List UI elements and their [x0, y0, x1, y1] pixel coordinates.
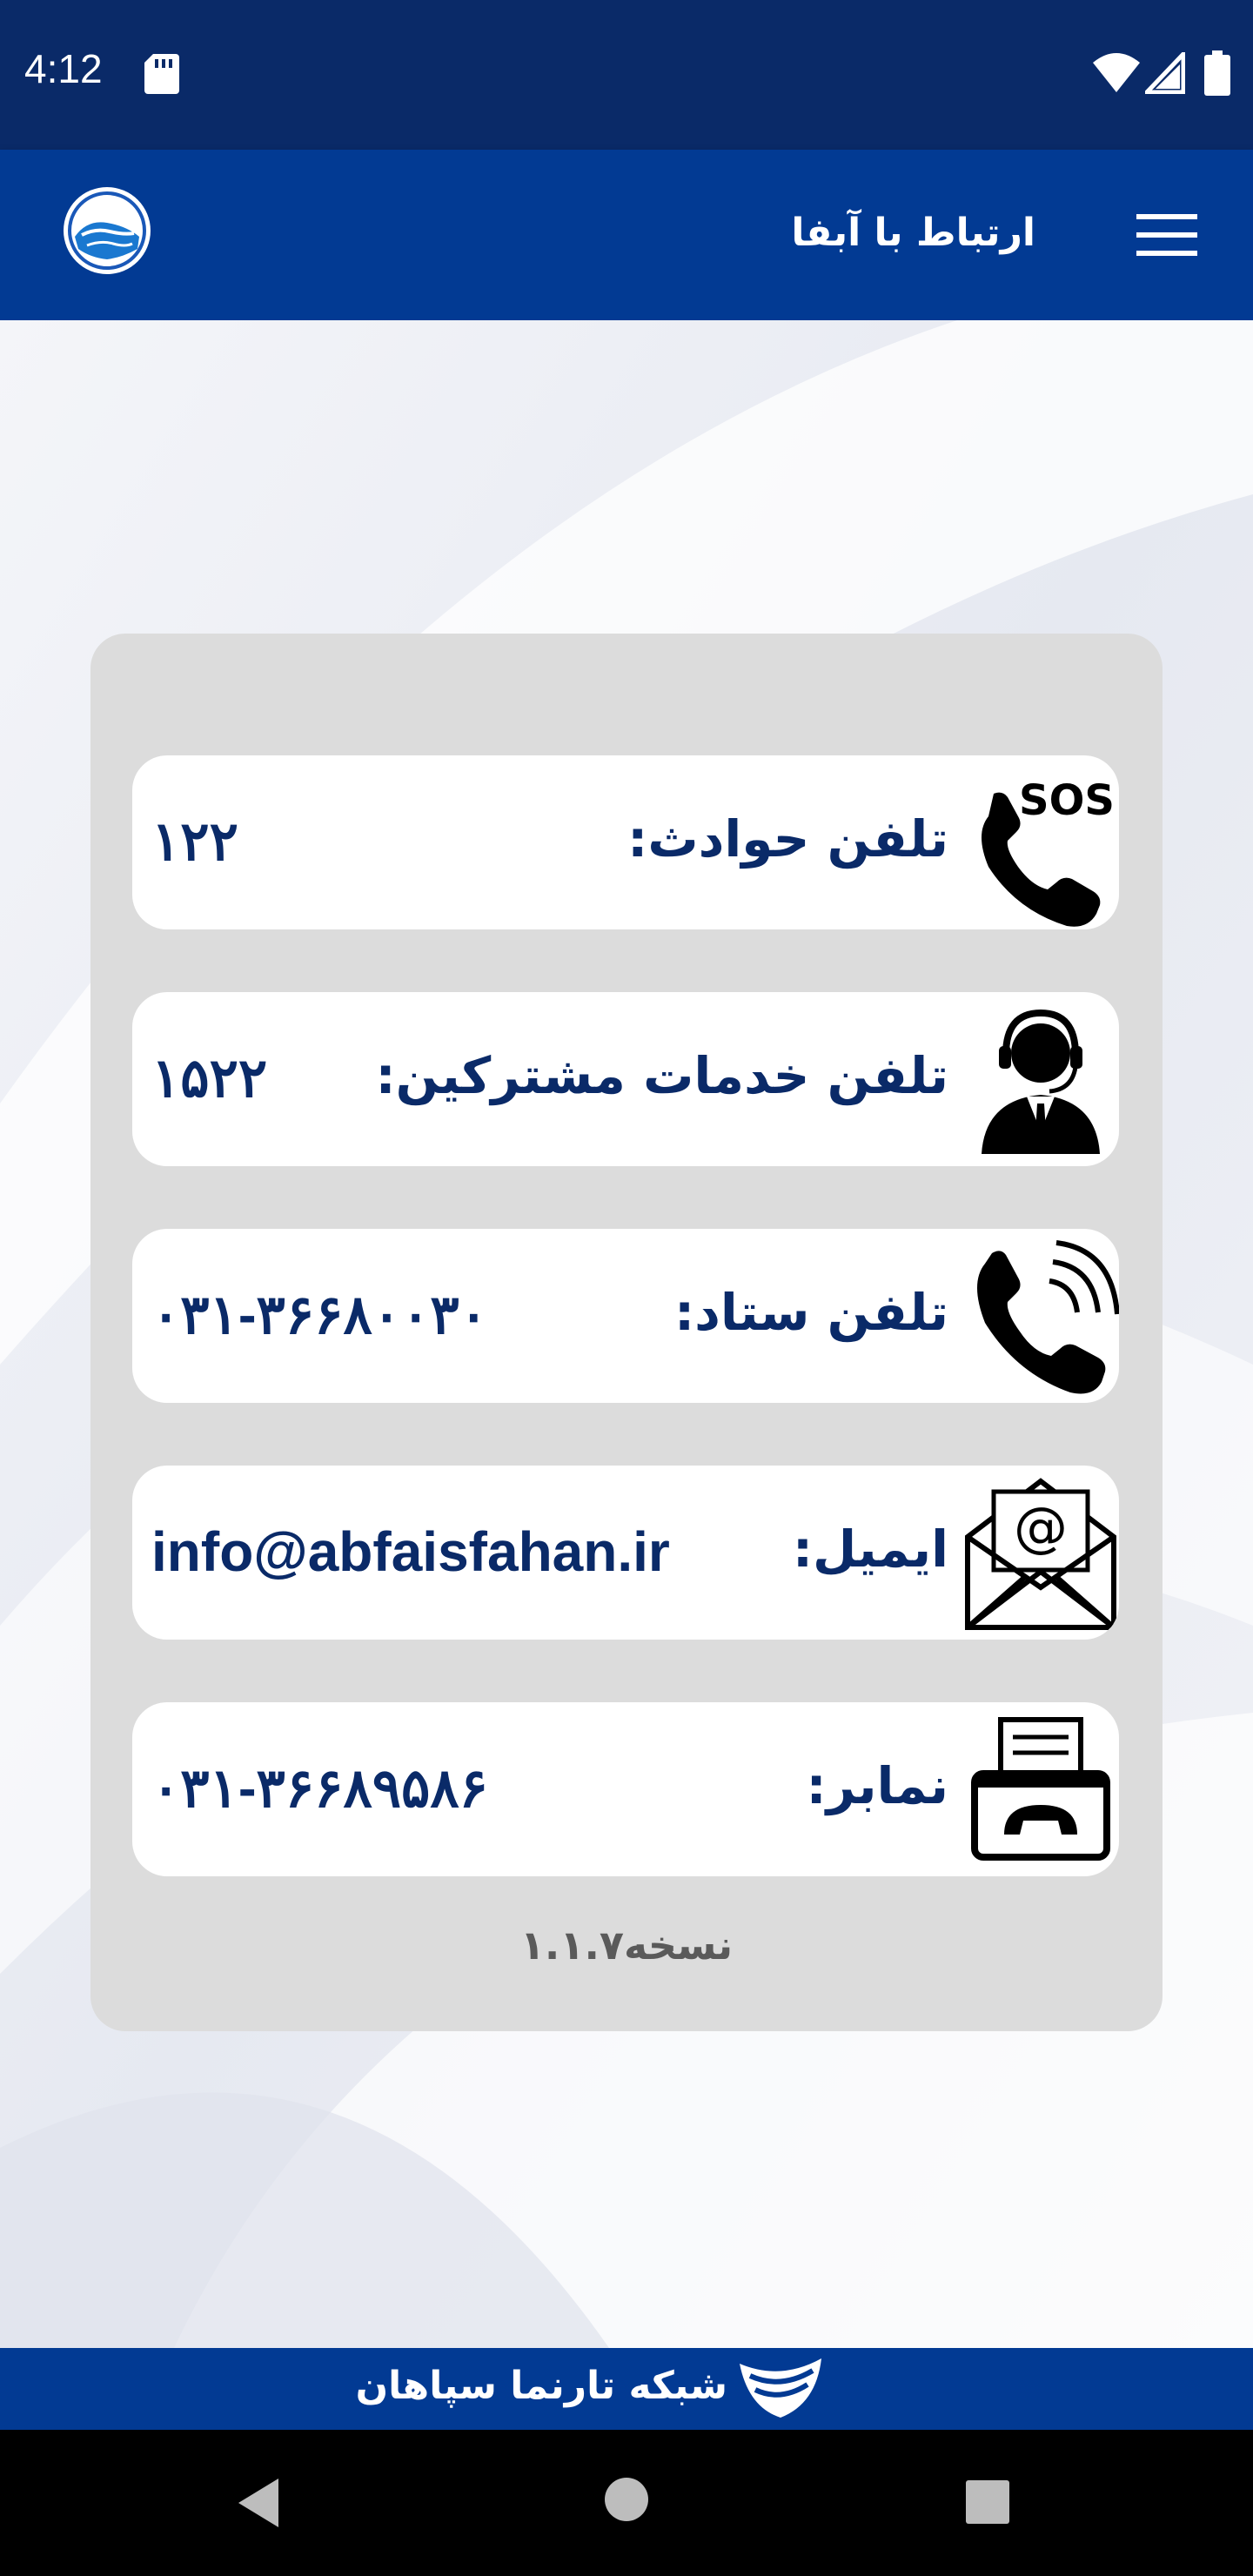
- system-navigation-bar: [0, 2430, 1253, 2576]
- contact-row-emergency[interactable]: SOS تلفن حوادث: ۱۲۲: [132, 755, 1119, 929]
- phone-ringing-icon: [977, 1240, 1119, 1394]
- app-bar: ارتباط با آبفا: [0, 150, 1253, 320]
- svg-text:@: @: [1014, 1495, 1068, 1559]
- contact-value[interactable]: ۱۵۲۲: [151, 1046, 267, 1110]
- app-version: نسخه۱.۱.۷: [519, 1922, 734, 1969]
- customer-service-icon: [982, 1009, 1100, 1154]
- home-icon[interactable]: [604, 2477, 649, 2522]
- contact-row-email[interactable]: @ ایمیل: info@abfaisfahan.ir: [132, 1466, 1119, 1640]
- cell-signal-icon: [1145, 52, 1185, 94]
- status-bar: 4:12: [0, 0, 1253, 150]
- footer-text: شبکه تارنما سپاهان: [355, 2364, 727, 2408]
- abfa-logo-icon: [64, 187, 151, 274]
- sd-card-icon: [144, 54, 179, 94]
- page-title: ارتباط با آبفا: [791, 211, 1035, 255]
- battery-icon: [1204, 50, 1230, 96]
- contact-panel: SOS تلفن حوادث: ۱۲۲ تلفن خدمات مشترکین: …: [90, 634, 1163, 2031]
- svg-text:SOS: SOS: [1019, 776, 1115, 825]
- footer: شبکه تارنما سپاهان: [0, 2348, 1253, 2430]
- contact-row-fax[interactable]: نمابر: ۰۳۱-۳۶۶۸۹۵۸۶: [132, 1702, 1119, 1876]
- contact-label: تلفن حوادث:: [627, 809, 948, 869]
- contact-value[interactable]: ۱۲۲: [151, 809, 238, 873]
- contact-label: نمابر:: [806, 1756, 949, 1815]
- tarnama-logo-icon: [740, 2358, 821, 2418]
- contact-label: تلفن ستاد:: [673, 1283, 948, 1342]
- sos-phone-icon: SOS: [982, 776, 1115, 927]
- contact-row-headquarters[interactable]: تلفن ستاد: ۰۳۱-۳۶۶۸۰۰۳۰: [132, 1229, 1119, 1403]
- contact-value[interactable]: ۰۳۱-۳۶۶۸۰۰۳۰: [151, 1283, 488, 1346]
- status-time: 4:12: [24, 46, 103, 91]
- contact-value[interactable]: info@abfaisfahan.ir: [151, 1519, 670, 1584]
- hamburger-menu-icon[interactable]: [1136, 212, 1197, 258]
- wifi-icon: [1093, 53, 1140, 92]
- contact-label: تلفن خدمات مشترکین:: [375, 1046, 948, 1105]
- email-icon: @: [965, 1478, 1116, 1630]
- back-icon[interactable]: [235, 2477, 282, 2529]
- fax-icon: [971, 1717, 1110, 1861]
- contact-label: ایمیل:: [792, 1519, 948, 1579]
- contact-value[interactable]: ۰۳۱-۳۶۶۸۹۵۸۶: [151, 1756, 488, 1820]
- recent-apps-icon[interactable]: [966, 2480, 1009, 2524]
- contact-row-customer-service[interactable]: تلفن خدمات مشترکین: ۱۵۲۲: [132, 992, 1119, 1166]
